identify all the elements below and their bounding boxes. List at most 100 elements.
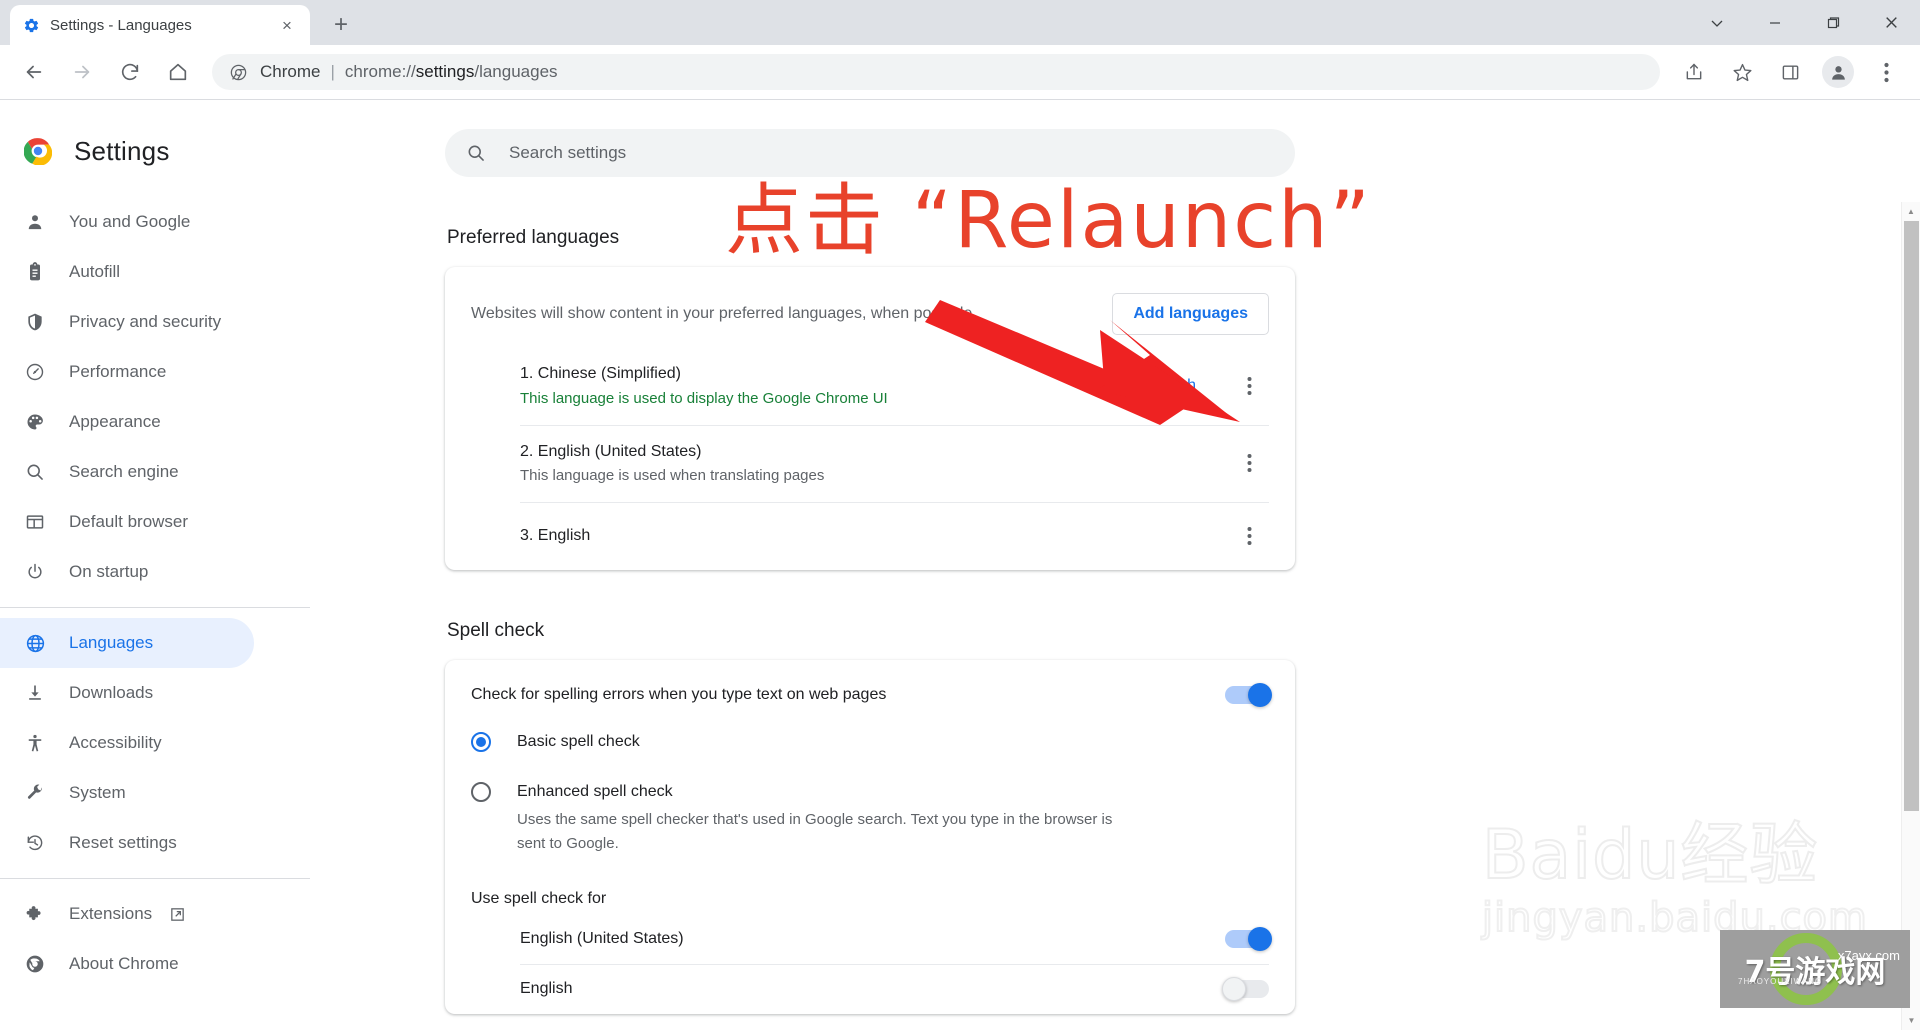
sidebar-item-reset-settings[interactable]: Reset settings xyxy=(0,818,254,868)
maximize-icon[interactable] xyxy=(1804,0,1862,45)
sidebar-item-you-and-google[interactable]: You and Google xyxy=(0,197,254,247)
spell-check-language-toggle[interactable] xyxy=(1225,927,1272,952)
sidebar-item-about-chrome[interactable]: About Chrome xyxy=(0,939,254,989)
use-spell-check-for-label: Use spell check for xyxy=(471,890,607,908)
spell-check-toggle-row[interactable]: Check for spelling errors when you type … xyxy=(445,660,1295,730)
url-suffix: /languages xyxy=(474,62,558,81)
sidebar-item-search-engine[interactable]: Search engine xyxy=(0,447,254,497)
spell-check-toggle[interactable] xyxy=(1225,683,1272,708)
globe-icon xyxy=(24,632,46,654)
sidebar-item-privacy-and-security[interactable]: Privacy and security xyxy=(0,297,254,347)
option-label: Enhanced spell check xyxy=(517,783,673,801)
preferred-languages-heading: Preferred languages xyxy=(447,227,620,248)
download-icon xyxy=(24,682,46,704)
radio-icon[interactable] xyxy=(471,732,491,753)
option-label: Basic spell check xyxy=(517,733,640,751)
share-icon[interactable] xyxy=(1674,52,1714,92)
browser-tab[interactable]: Settings - Languages × xyxy=(10,5,310,45)
sidebar-item-label: Extensions xyxy=(69,904,153,923)
sidebar-item-performance[interactable]: Performance xyxy=(0,347,254,397)
spell-check-language-toggle[interactable] xyxy=(1222,977,1269,1002)
clipboard-icon xyxy=(24,261,46,283)
chrome-logo-icon xyxy=(24,953,46,975)
language-actions: Relaunch xyxy=(1105,364,1269,407)
search-input[interactable]: Search settings xyxy=(445,129,1295,177)
minimize-icon[interactable] xyxy=(1746,0,1804,45)
sidebar-item-label: Accessibility xyxy=(69,733,162,752)
sidebar-item-languages[interactable]: Languages xyxy=(0,618,254,668)
chrome-logo-icon xyxy=(23,137,53,166)
scroll-up-arrow-icon[interactable]: ▲ xyxy=(1902,202,1920,221)
sidebar-item-label: About Chrome xyxy=(69,954,179,973)
sidebar-item-default-browser[interactable]: Default browser xyxy=(0,497,254,547)
sidebar-item-label: Privacy and security xyxy=(69,312,222,331)
more-options-icon[interactable] xyxy=(1229,443,1269,483)
sidebar-item-accessibility[interactable]: Accessibility xyxy=(0,718,254,768)
profile-avatar-icon[interactable] xyxy=(1818,52,1858,92)
shield-icon xyxy=(24,311,46,333)
language-row: 3. English xyxy=(445,502,1295,570)
puzzle-icon xyxy=(24,903,46,925)
sidebar-divider xyxy=(0,607,310,608)
enhanced-spell-check-option[interactable]: Enhanced spell check Uses the same spell… xyxy=(445,780,1295,864)
more-options-icon[interactable] xyxy=(1229,516,1269,556)
search-placeholder: Search settings xyxy=(509,143,627,162)
language-name: 1. Chinese (Simplified) xyxy=(520,365,681,382)
option-texts: Enhanced spell check Uses the same spell… xyxy=(517,780,1117,864)
sidebar-item-label: Downloads xyxy=(69,683,154,702)
vertical-scrollbar[interactable]: ▲ ▼ xyxy=(1901,202,1920,1030)
sidebar-item-autofill[interactable]: Autofill xyxy=(0,247,254,297)
close-icon[interactable]: × xyxy=(276,14,298,36)
sidebar-item-label: System xyxy=(69,783,126,802)
sidebar-item-label: On startup xyxy=(69,562,149,581)
external-link-icon xyxy=(168,905,186,923)
sidebar-item-extensions[interactable]: Extensions xyxy=(0,889,254,939)
language-texts: 2. English (United States) This language… xyxy=(520,439,824,489)
new-tab-button[interactable]: + xyxy=(324,8,358,42)
sidebar-item-downloads[interactable]: Downloads xyxy=(0,668,254,718)
person-icon xyxy=(24,211,46,233)
window-close-icon[interactable] xyxy=(1862,0,1920,45)
scroll-down-arrow-icon[interactable]: ▼ xyxy=(1902,1011,1920,1030)
side-panel-icon[interactable] xyxy=(1770,52,1810,92)
sidebar-item-label: Default browser xyxy=(69,512,189,531)
home-icon[interactable] xyxy=(158,52,198,92)
language-name: 2. English (United States) xyxy=(520,442,702,460)
option-description: Uses the same spell checker that's used … xyxy=(517,811,1113,853)
bookmark-star-icon[interactable] xyxy=(1722,52,1762,92)
sidebar-item-label: Reset settings xyxy=(69,833,177,852)
history-restore-icon xyxy=(24,832,46,854)
languages-card-header: Websites will show content in your prefe… xyxy=(445,267,1295,347)
omnibox-url: chrome://settings/languages xyxy=(345,62,558,82)
basic-spell-check-option[interactable]: Basic spell check xyxy=(445,730,1295,762)
radio-icon[interactable] xyxy=(471,782,491,803)
add-languages-button[interactable]: Add languages xyxy=(1112,293,1269,335)
more-options-icon[interactable] xyxy=(1229,366,1269,406)
toolbar-right-actions xyxy=(1670,52,1910,92)
forward-icon[interactable] xyxy=(62,52,102,92)
chrome-logo-icon xyxy=(228,62,248,82)
sidebar-item-appearance[interactable]: Appearance xyxy=(0,397,254,447)
accessibility-icon xyxy=(24,732,46,754)
chevron-down-icon[interactable] xyxy=(1688,0,1746,45)
sidebar-item-label: Performance xyxy=(69,362,167,381)
wrench-icon xyxy=(24,782,46,804)
settings-page: Settings You and Google Autofill Privacy… xyxy=(0,101,1920,1030)
settings-sidebar: Settings You and Google Autofill Privacy… xyxy=(0,101,310,1030)
spell-check-language-label: English (United States) xyxy=(520,930,684,948)
search-icon xyxy=(24,461,46,483)
sidebar-item-label: Autofill xyxy=(69,262,121,281)
scrollbar-thumb[interactable] xyxy=(1904,221,1919,811)
relaunch-button[interactable]: Relaunch xyxy=(1105,364,1219,407)
palette-icon xyxy=(24,411,46,433)
chrome-menu-icon[interactable] xyxy=(1866,52,1906,92)
reload-icon[interactable] xyxy=(110,52,150,92)
omnibox[interactable]: Chrome | chrome://settings/languages xyxy=(212,54,1660,90)
sidebar-item-system[interactable]: System xyxy=(0,768,254,818)
back-icon[interactable] xyxy=(14,52,54,92)
option-texts: Basic spell check xyxy=(517,730,640,762)
sidebar-item-on-startup[interactable]: On startup xyxy=(0,547,254,597)
sidebar-nav: You and Google Autofill Privacy and secu… xyxy=(0,197,310,989)
preferred-languages-card: Websites will show content in your prefe… xyxy=(445,267,1295,571)
url-prefix: chrome:// xyxy=(344,62,416,81)
